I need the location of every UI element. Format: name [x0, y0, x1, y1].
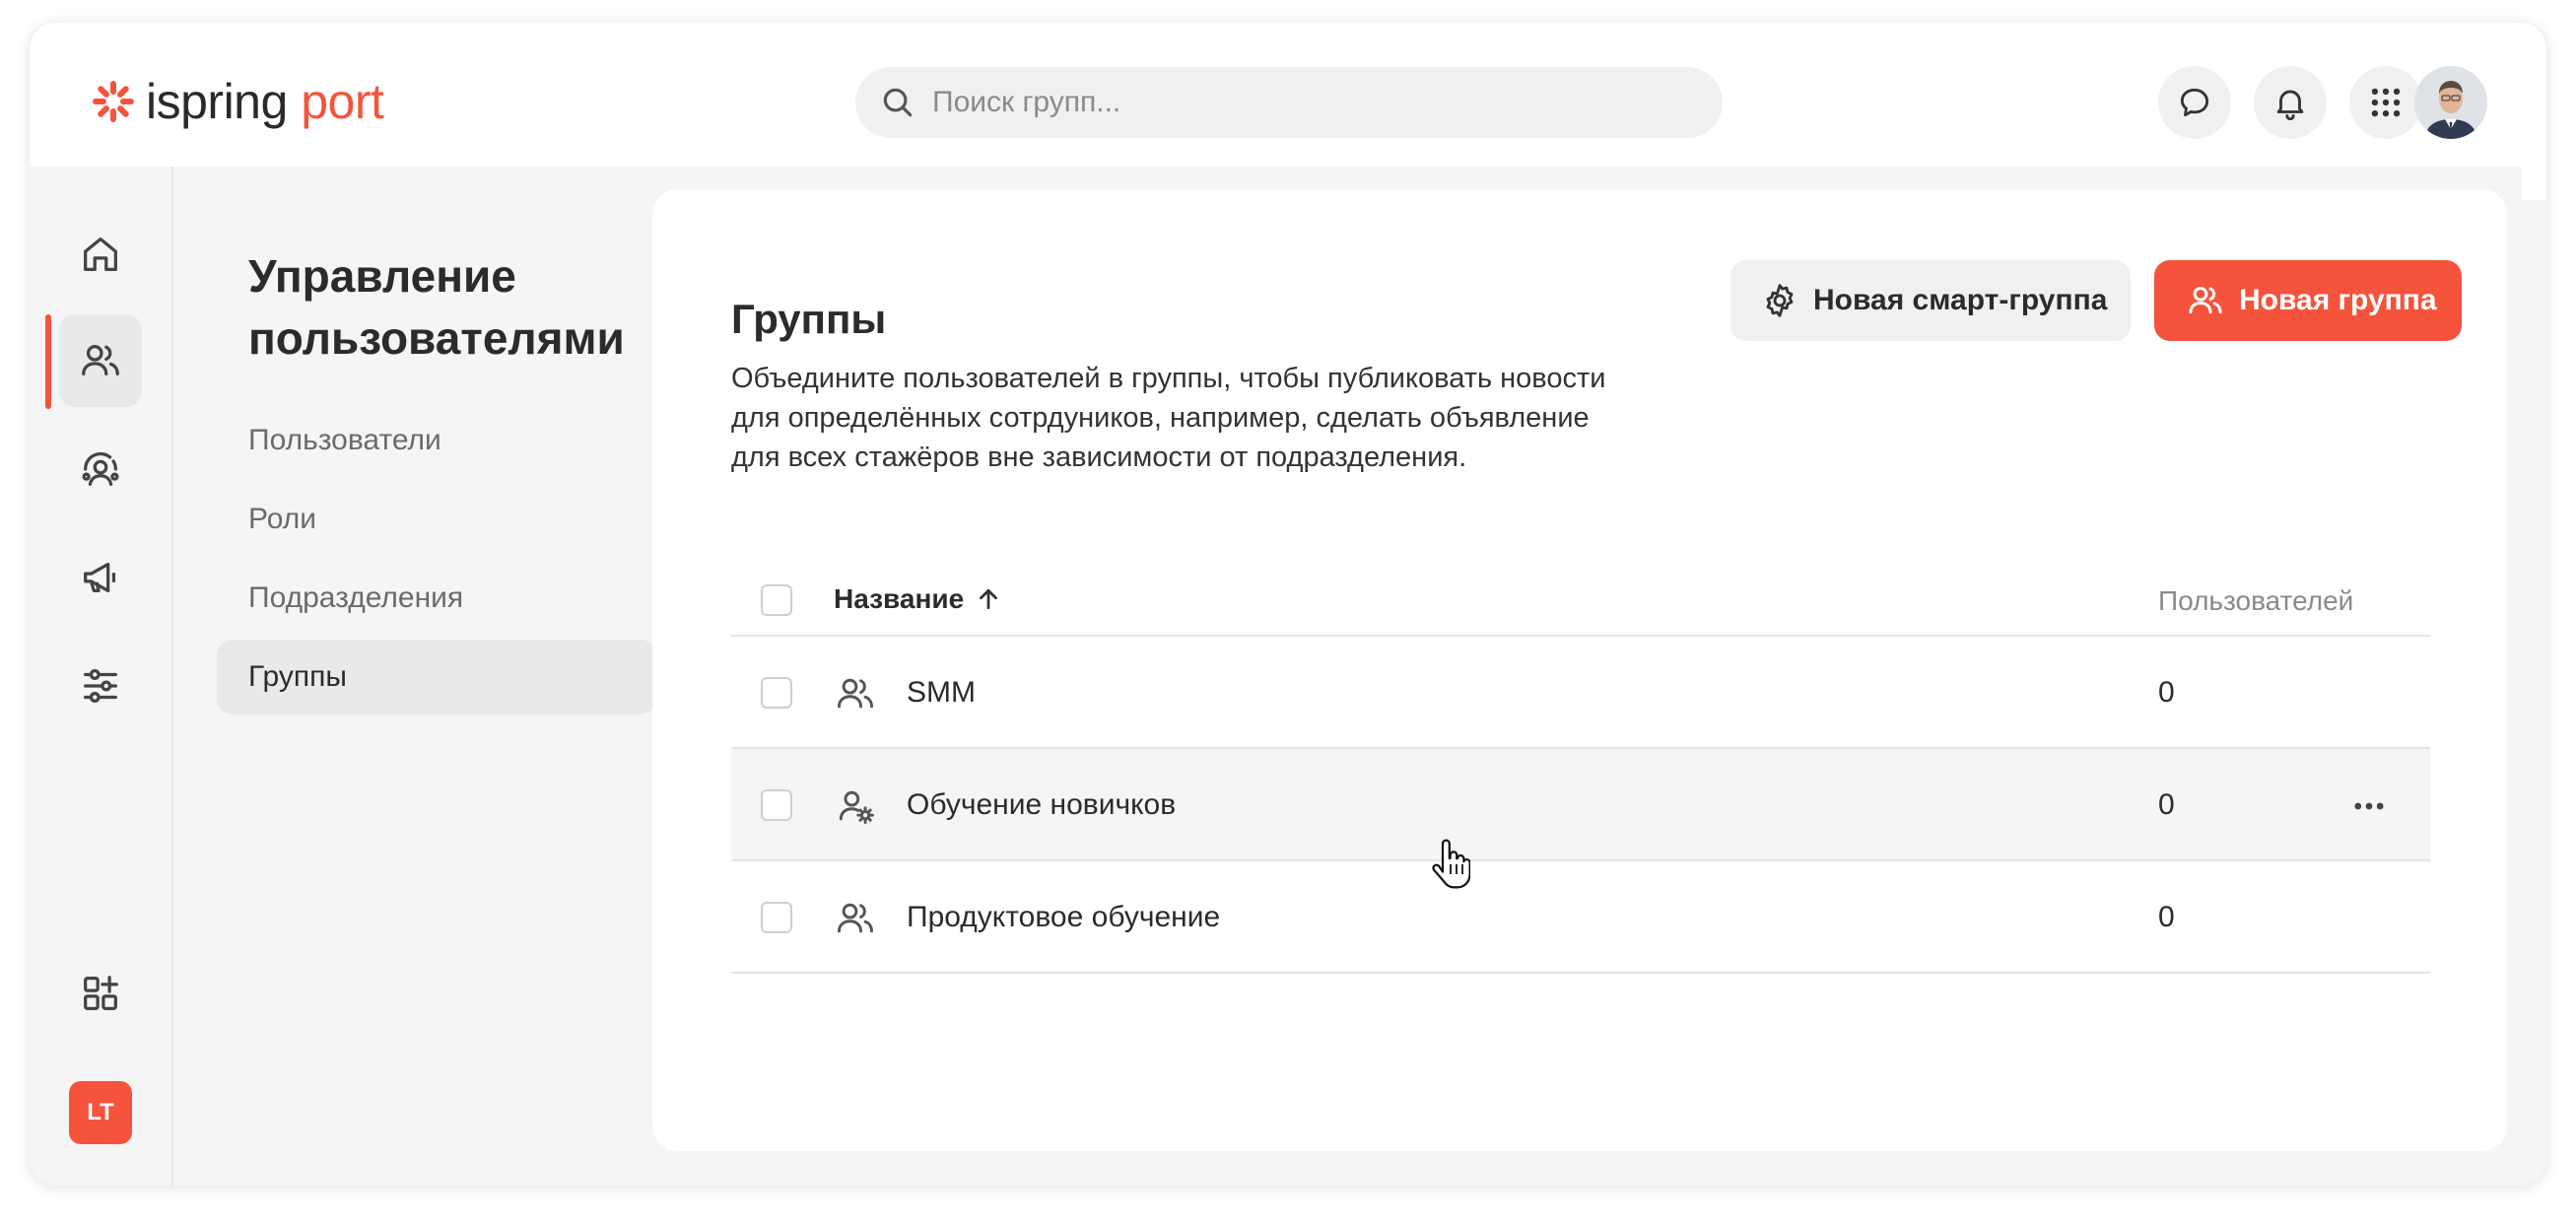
nav-item-departments[interactable]: Подразделения — [217, 561, 656, 636]
app-window: ispring port Поиск групп... LT Управлени… — [30, 23, 2546, 1186]
row-checkbox[interactable] — [761, 902, 792, 933]
smart-group-icon — [839, 790, 874, 824]
search-input[interactable] — [932, 86, 1681, 119]
user-avatar[interactable] — [2414, 66, 2487, 139]
group-name[interactable]: SMM — [907, 676, 976, 710]
ispring-port-logo[interactable]: ispring port — [91, 74, 384, 129]
search-bar[interactable] — [855, 67, 1723, 138]
column-header-name[interactable]: Название — [834, 583, 1003, 615]
rail-item-users[interactable] — [59, 314, 142, 407]
group-user-count: 0 — [2158, 676, 2175, 709]
megaphone-icon — [84, 562, 116, 593]
section-title: Управление пользователями — [248, 250, 625, 364]
new-smart-group-label: Новая смарт-группа — [1813, 284, 2108, 316]
group-name[interactable]: Продуктовое обучение — [907, 901, 1220, 934]
group-name[interactable]: Обучение новичков — [907, 788, 1176, 822]
sliders-icon — [84, 669, 117, 703]
team-settings-icon — [82, 451, 119, 486]
home-icon — [84, 238, 117, 271]
add-widget-icon — [84, 976, 118, 1010]
users-icon — [82, 344, 119, 376]
nav-item-roles[interactable]: Роли — [217, 482, 656, 557]
sort-ascending-icon — [980, 588, 998, 610]
rail-item-news[interactable] — [59, 531, 142, 624]
bell-icon — [2276, 90, 2304, 120]
table-row[interactable]: Обучение новичков 0 — [731, 749, 2430, 861]
search-icon — [883, 88, 913, 117]
nav-item-users[interactable]: Пользователи — [217, 403, 656, 478]
rail-item-settings[interactable] — [59, 640, 142, 732]
logo-product-text: port — [301, 74, 384, 129]
rail-item-home[interactable] — [59, 208, 142, 301]
chat-icon — [2180, 88, 2209, 117]
table-header: Название Пользователей — [731, 564, 2430, 637]
chat-button[interactable] — [2158, 66, 2231, 139]
row-more-button[interactable] — [2347, 786, 2391, 826]
group-user-count: 0 — [2158, 788, 2175, 821]
groups-card: Группы Объедините пользователей в группы… — [652, 189, 2507, 1151]
column-name-label: Название — [834, 583, 965, 614]
new-group-button[interactable]: Новая группа — [2154, 260, 2462, 341]
column-header-users[interactable]: Пользователей — [2158, 585, 2353, 617]
page-description: Объедините пользователей в группы, чтобы… — [731, 363, 1606, 473]
logo-star-icon — [93, 81, 134, 122]
hand-cursor-icon — [1432, 839, 1470, 889]
top-bar-edge — [2522, 23, 2546, 167]
table-row[interactable]: Продуктовое обучение 0 — [731, 861, 2430, 974]
group-icon — [838, 903, 873, 933]
logo-brand-text: ispring — [146, 74, 288, 129]
new-group-label: Новая группа — [2239, 284, 2437, 316]
top-bar-edge-lower — [2522, 167, 2546, 200]
gear-icon — [1766, 284, 1794, 317]
user-photo-icon — [2414, 66, 2487, 139]
groups-table: Название Пользователей SMM 0 Обучение но… — [731, 564, 2430, 974]
section-nav: Управление пользователями Пользователи Р… — [175, 167, 668, 1186]
rail-item-add-widget[interactable] — [59, 947, 142, 1040]
page-title: Группы — [731, 296, 887, 342]
group-user-count: 0 — [2158, 901, 2175, 933]
top-bar: ispring port — [30, 23, 2522, 167]
apps-grid-icon — [2371, 88, 2401, 117]
select-all-checkbox[interactable] — [761, 584, 792, 616]
icon-rail: LT — [30, 167, 173, 1186]
rail-active-marker — [45, 314, 51, 409]
table-row[interactable]: SMM 0 — [731, 637, 2430, 749]
more-horizontal-icon — [2354, 802, 2384, 810]
rail-item-team-settings[interactable] — [59, 423, 142, 515]
row-checkbox[interactable] — [761, 677, 792, 709]
new-smart-group-button[interactable]: Новая смарт-группа — [1730, 260, 2131, 341]
users-icon — [2189, 287, 2222, 314]
nav-item-groups[interactable]: Группы — [217, 640, 656, 714]
row-checkbox[interactable] — [761, 789, 792, 821]
notifications-button[interactable] — [2254, 66, 2327, 139]
group-icon — [838, 678, 873, 709]
account-badge[interactable]: LT — [69, 1081, 132, 1144]
apps-button[interactable] — [2349, 66, 2422, 139]
